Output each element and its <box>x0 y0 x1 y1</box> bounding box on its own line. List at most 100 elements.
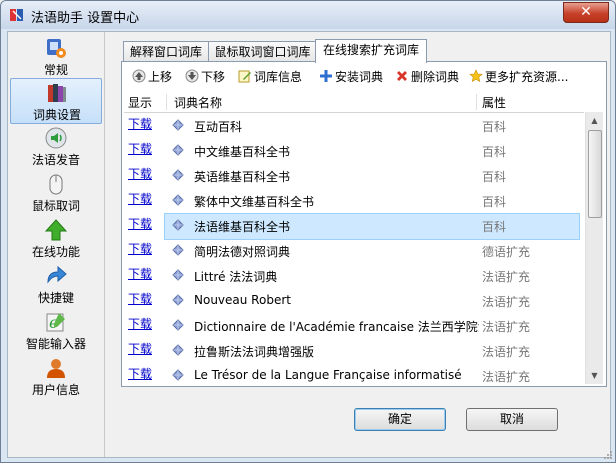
move-down-label: 下移 <box>201 70 226 84</box>
dictionary-name: 繁体中文维基百科全书 <box>194 195 315 209</box>
app-icon <box>10 9 23 21</box>
client-area: 常规 词典设置 法语发音 鼠标取词 在线功能 快捷键 e 智能输入器 用户信息 … <box>7 31 611 458</box>
tab-online-search[interactable]: 在线搜索扩充词库 <box>315 39 427 63</box>
sidebar-label: 在线功能 <box>31 245 80 259</box>
close-button[interactable]: ✕ <box>563 2 609 23</box>
sidebar-item-mouse-lookup[interactable]: 鼠标取词 <box>10 170 102 214</box>
dictionary-attr: 百科 <box>482 120 507 134</box>
download-link[interactable]: 下载 <box>128 290 152 307</box>
list-item[interactable]: 下载 繁体中文维基百科全书 百科 <box>124 188 584 213</box>
tab-explain-window[interactable]: 解释窗口词库 <box>123 41 209 62</box>
general-settings-icon <box>47 39 66 58</box>
dictionary-gem-icon <box>172 119 184 131</box>
column-header-attr[interactable]: 属性 <box>482 94 506 111</box>
more-resources-button[interactable]: 更多扩充资源... <box>469 68 568 86</box>
shortcut-arrow-icon <box>47 265 67 284</box>
dictionary-attr: 法语扩充 <box>482 295 531 309</box>
sidebar-item-general[interactable]: 常规 <box>10 34 102 78</box>
list-item[interactable]: 下载 拉鲁斯法法词典增强版 法语扩充 <box>124 338 584 363</box>
dictionary-name: 互动百科 <box>194 120 243 134</box>
plus-icon <box>320 70 332 82</box>
download-link[interactable]: 下载 <box>128 190 152 207</box>
sidebar-item-online[interactable]: 在线功能 <box>10 216 102 260</box>
delete-dict-label: 删除词典 <box>411 70 460 84</box>
delete-dict-button[interactable]: 删除词典 <box>395 68 459 86</box>
list-item[interactable]: 下载 英语维基百科全书 百科 <box>124 163 584 188</box>
download-link[interactable]: 下载 <box>128 315 152 332</box>
edit-pencil-icon <box>238 70 251 83</box>
dictionary-name: 法语维基百科全书 <box>194 220 291 234</box>
dict-info-label: 词库信息 <box>254 70 303 84</box>
cancel-button[interactable]: 取消 <box>466 408 558 431</box>
column-header-show[interactable]: 显示 <box>128 94 152 111</box>
dictionary-gem-icon <box>172 144 184 156</box>
list-item[interactable]: 下载 Le Trésor de la Langue Française infor… <box>124 363 584 388</box>
sidebar-label: 快捷键 <box>37 291 74 305</box>
dictionary-name: 英语维基百科全书 <box>194 170 291 184</box>
dictionary-gem-icon <box>172 269 184 281</box>
down-arrow-icon <box>185 69 199 83</box>
scroll-down-arrow-icon[interactable]: ▼ <box>586 367 603 384</box>
download-link[interactable]: 下载 <box>128 115 152 132</box>
speaker-icon <box>45 127 67 149</box>
dictionary-name: Dictionnaire de l'Académie francaise 法兰西… <box>194 320 479 334</box>
download-link[interactable]: 下载 <box>128 365 152 382</box>
ok-label: 确定 <box>387 412 412 426</box>
sidebar-item-user-info[interactable]: 用户信息 <box>10 354 102 398</box>
sidebar-item-smart-input[interactable]: e 智能输入器 <box>10 308 102 352</box>
download-link[interactable]: 下载 <box>128 140 152 157</box>
user-icon <box>47 359 65 378</box>
sidebar-label: 词典设置 <box>32 108 81 122</box>
sidebar-item-dictionary[interactable]: 词典设置 <box>10 78 102 124</box>
dictionary-attr: 法语扩充 <box>482 370 531 384</box>
move-up-label: 上移 <box>148 70 173 84</box>
dictionary-books-icon <box>48 84 66 102</box>
tab-mouse-lookup-window[interactable]: 鼠标取词窗口词库 <box>208 41 317 62</box>
list-item[interactable]: 下载 简明法德对照词典 德语扩充 <box>124 238 584 263</box>
move-down-button[interactable]: 下移 <box>185 68 225 86</box>
dictionary-gem-icon <box>172 294 184 306</box>
dictionary-attr: 法语扩充 <box>482 320 531 334</box>
column-header-name[interactable]: 词典名称 <box>174 94 222 111</box>
sidebar-item-pronunciation[interactable]: 法语发音 <box>10 124 102 168</box>
dictionary-gem-icon <box>172 344 184 356</box>
dictionary-panel: 上移 下移 词库信息 安装词典 删除词典 更多扩充资源... 显示 词典名称 属… <box>121 61 607 387</box>
sidebar-label: 用户信息 <box>31 383 80 397</box>
dictionary-attr: 法语扩充 <box>482 345 531 359</box>
sidebar-item-shortcuts[interactable]: 快捷键 <box>10 262 102 306</box>
list-item[interactable]: 下载 Dictionnaire de l'Académie francaise 法… <box>124 313 584 338</box>
list-item[interactable]: 下载 中文维基百科全书 百科 <box>124 138 584 163</box>
delete-x-icon <box>397 71 407 81</box>
vertical-scrollbar[interactable]: ▲ ▼ <box>585 112 603 384</box>
list-item[interactable]: 下载 Littré 法法词典 法语扩充 <box>124 263 584 288</box>
dictionary-gem-icon <box>172 319 184 331</box>
window-title: 法语助手 设置中心 <box>31 11 140 26</box>
download-link[interactable]: 下载 <box>128 340 152 357</box>
ok-button[interactable]: 确定 <box>354 408 446 431</box>
more-resources-label: 更多扩充资源... <box>485 70 569 84</box>
dictionary-gem-icon <box>172 244 184 256</box>
scroll-up-arrow-icon[interactable]: ▲ <box>586 112 603 129</box>
scroll-thumb[interactable] <box>588 130 602 218</box>
download-link[interactable]: 下载 <box>128 240 152 257</box>
resize-grip-icon[interactable] <box>603 450 613 460</box>
close-icon[interactable]: ✕ <box>564 3 608 22</box>
dictionary-name: 拉鲁斯法法词典增强版 <box>194 345 315 359</box>
list-item[interactable]: 下载 法语维基百科全书 百科 <box>124 213 584 240</box>
sidebar-label: 智能输入器 <box>25 337 86 351</box>
column-divider[interactable] <box>166 94 167 110</box>
dictionary-gem-icon <box>172 369 184 381</box>
download-link[interactable]: 下载 <box>128 165 152 182</box>
dictionary-name: Nouveau Robert <box>194 293 291 307</box>
move-up-button[interactable]: 上移 <box>132 68 172 86</box>
install-dict-button[interactable]: 安装词典 <box>319 68 383 86</box>
dict-info-button[interactable]: 词库信息 <box>238 68 302 86</box>
list-item[interactable]: 下载 互动百科 百科 <box>124 113 584 138</box>
list-item[interactable]: 下载 Nouveau Robert 法语扩充 <box>124 288 584 313</box>
tab-label: 解释窗口词库 <box>129 45 202 59</box>
download-link[interactable]: 下载 <box>128 265 152 282</box>
dictionary-gem-icon <box>172 169 184 181</box>
column-divider[interactable] <box>476 94 477 110</box>
download-link[interactable]: 下载 <box>128 215 152 232</box>
dictionary-attr: 百科 <box>482 145 507 159</box>
